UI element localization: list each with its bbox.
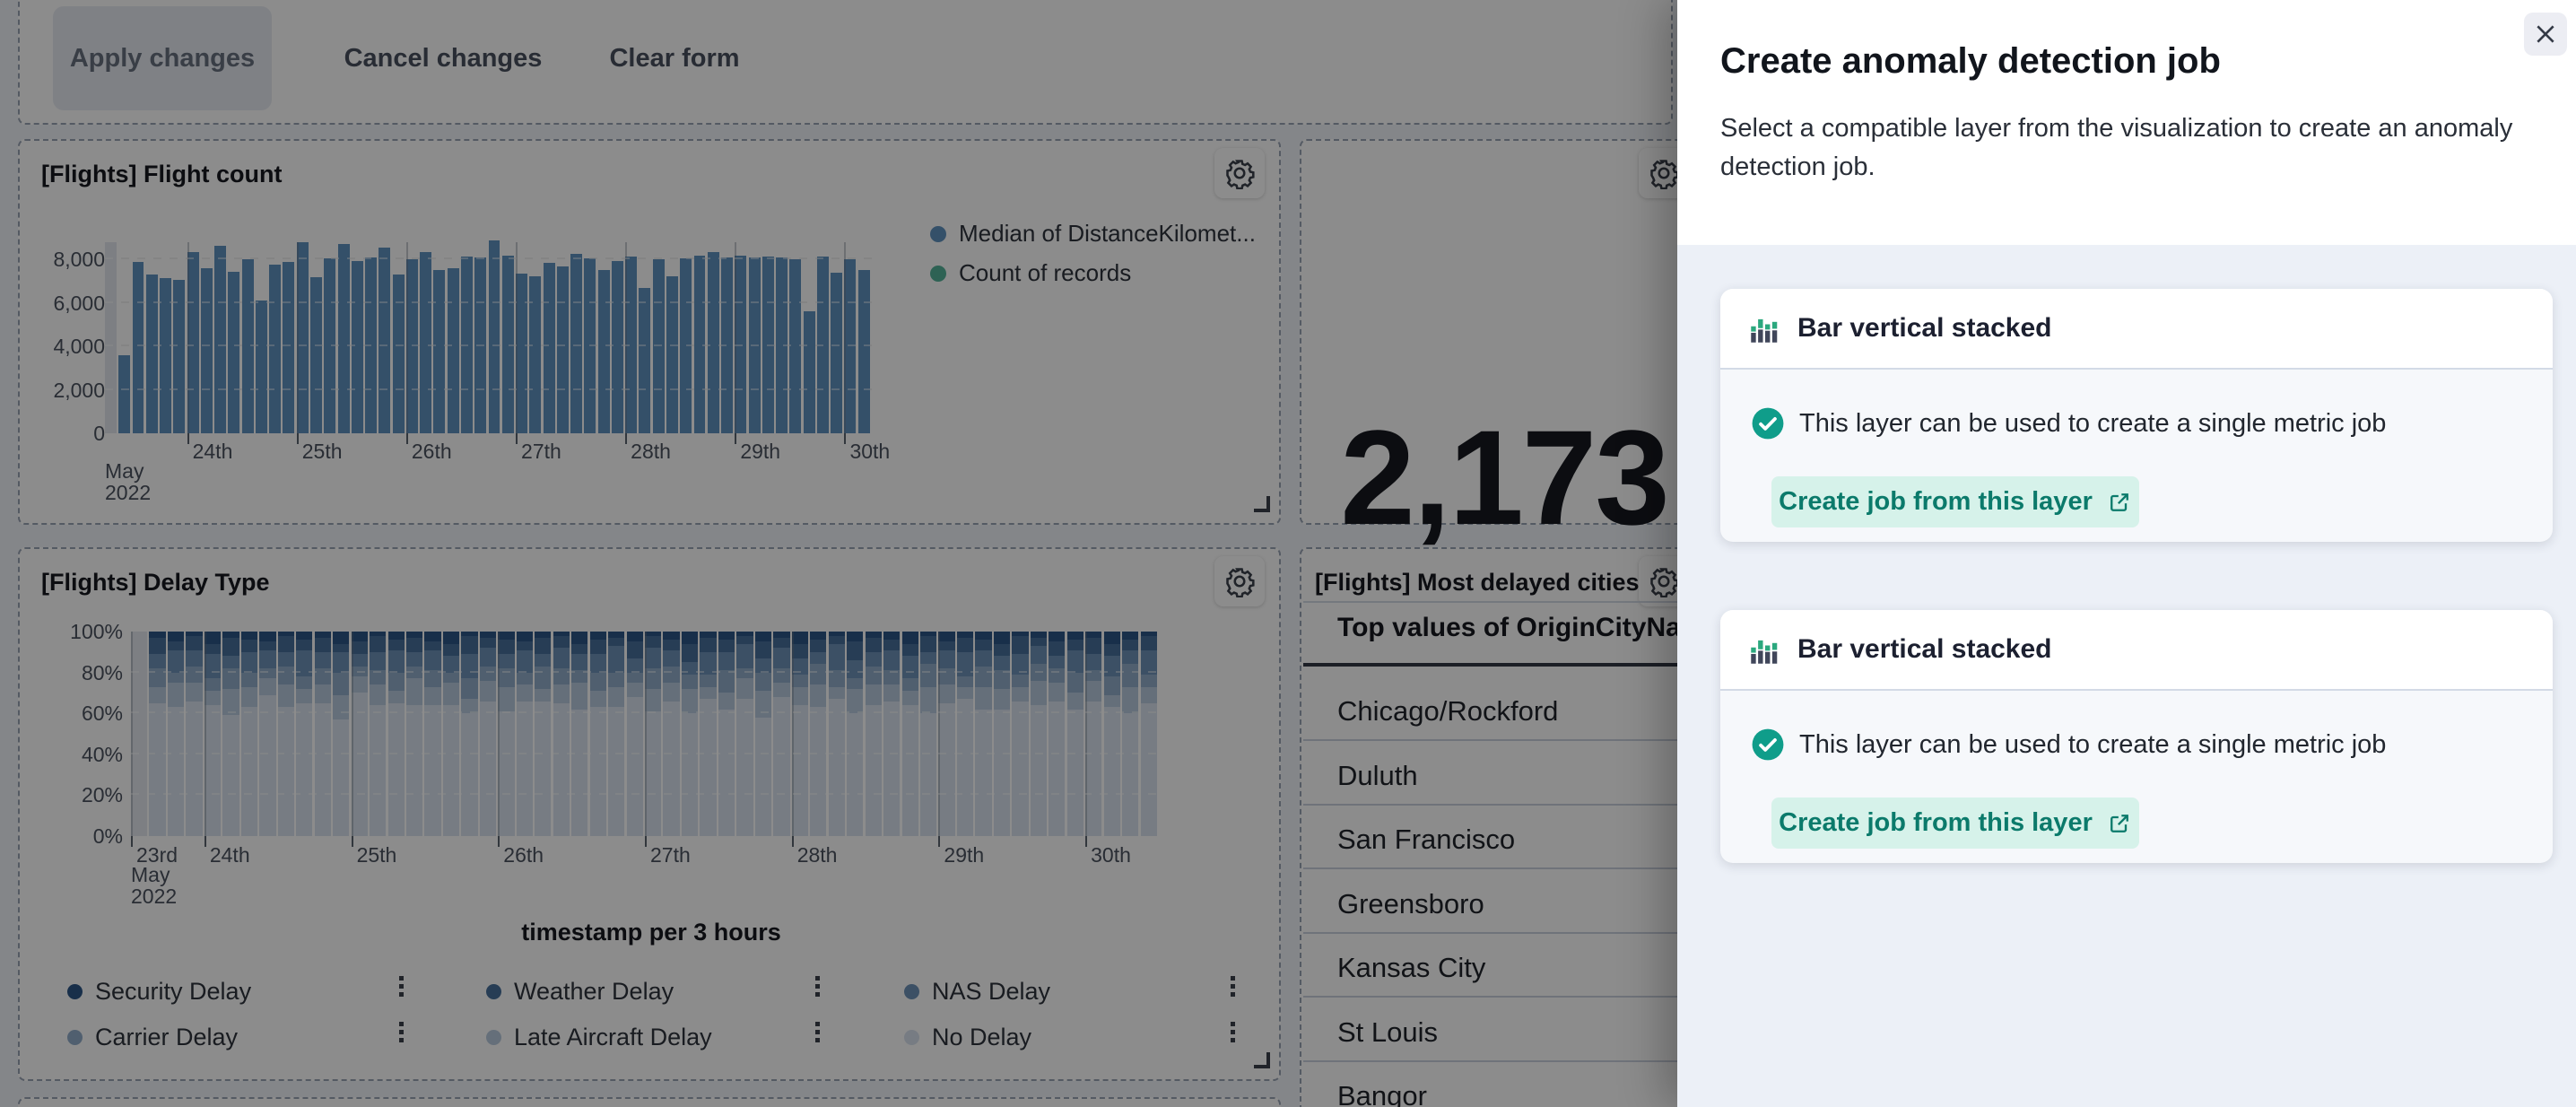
layer-card: Bar vertical stacked This layer can be us…: [1720, 289, 2553, 542]
layer-card-header: Bar vertical stacked: [1720, 610, 2553, 691]
create-job-from-layer-button[interactable]: Create job from this layer: [1771, 798, 2139, 849]
check-in-circle-icon: [1751, 728, 1785, 762]
compatibility-text: This layer can be used to create a singl…: [1799, 409, 2386, 439]
layer-card-title: Bar vertical stacked: [1797, 634, 2052, 665]
flyout-title: Create anomaly detection job: [1720, 41, 2221, 82]
flyout-subtitle: Select a compatible layer from the visua…: [1720, 109, 2528, 187]
create-job-label: Create job from this layer: [1779, 808, 2093, 838]
layer-card-title: Bar vertical stacked: [1797, 313, 2052, 344]
close-x-icon: [2534, 22, 2557, 46]
bar-vertical-stacked-icon: [1749, 312, 1781, 344]
external-link-icon: [2107, 490, 2132, 515]
flyout-body: Bar vertical stacked This layer can be us…: [1677, 245, 2576, 1107]
compatibility-row: This layer can be used to create a singl…: [1751, 728, 2386, 762]
flyout-close-button[interactable]: [2524, 13, 2567, 56]
compatibility-row: This layer can be used to create a singl…: [1751, 406, 2386, 440]
kibana-dashboard-screen: Apply changes Cancel changes Clear form …: [0, 0, 2576, 1107]
create-anomaly-job-flyout: Create anomaly detection job Select a co…: [1677, 0, 2576, 1107]
check-in-circle-icon: [1751, 406, 1785, 440]
layer-card: Bar vertical stacked This layer can be us…: [1720, 610, 2553, 863]
layer-card-header: Bar vertical stacked: [1720, 289, 2553, 370]
compatibility-text: This layer can be used to create a singl…: [1799, 730, 2386, 760]
external-link-icon: [2107, 811, 2132, 836]
bar-vertical-stacked-icon: [1749, 633, 1781, 666]
create-job-label: Create job from this layer: [1779, 487, 2093, 517]
create-job-from-layer-button[interactable]: Create job from this layer: [1771, 476, 2139, 527]
